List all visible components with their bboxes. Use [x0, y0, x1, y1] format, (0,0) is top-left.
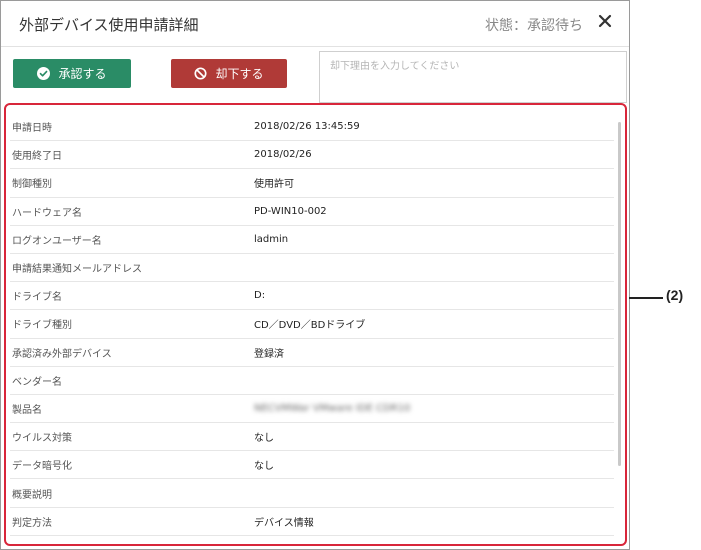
approve-button[interactable]: 承認する [13, 59, 131, 88]
detail-label: 制御種別 [12, 179, 52, 191]
detail-row: 概要説明 [10, 479, 614, 508]
detail-row: ベンダー名 [10, 367, 614, 395]
detail-row: ドライブ名 D: [10, 282, 614, 311]
detail-row: 制御種別 使用許可 [10, 169, 614, 198]
detail-label: ドライブ名 [12, 292, 62, 304]
detail-value: なし [254, 433, 274, 445]
ban-icon [194, 67, 208, 80]
status-text: 状態：承認待ち [485, 18, 583, 34]
check-circle-icon [37, 67, 51, 80]
detail-value: D: [254, 290, 266, 302]
detail-value: PD-WIN10-002 [254, 205, 327, 217]
detail-row: 申請日時 2018/02/26 13:45:59 [10, 113, 614, 142]
detail-value: 使用許可 [254, 179, 294, 191]
dialog-header: 外部デバイス使用申請詳細 状態：承認待ち [1, 1, 629, 47]
detail-row: ハードウェア名 PD-WIN10-002 [10, 198, 614, 226]
detail-value: 2018/02/26 [254, 149, 312, 161]
detail-value: 2018/02/26 13:45:59 [254, 121, 360, 133]
detail-row: 判定方法 デバイス情報 [10, 508, 614, 536]
detail-row: ログオンユーザー名 ladmin [10, 226, 614, 254]
detail-row: 申請結果通知メールアドレス [10, 254, 614, 283]
detail-value: CD／DVD／BDドライブ [254, 320, 366, 332]
detail-label: ドライブ種別 [12, 320, 72, 332]
details-scrollbar[interactable] [618, 122, 621, 466]
detail-row: ウイルス対策 なし [10, 423, 614, 452]
close-icon[interactable] [597, 13, 613, 29]
callout-leader-line [629, 297, 663, 299]
detail-value: なし [254, 461, 274, 473]
detail-row: データ暗号化 なし [10, 451, 614, 480]
detail-label: 製品名 [12, 404, 42, 416]
detail-label: ログオンユーザー名 [12, 235, 102, 247]
reject-reason-input[interactable] [319, 51, 627, 103]
detail-row: ドライブ種別 CD／DVD／BDドライブ [10, 310, 614, 339]
detail-row: 製品名 NECVMWar VMware IDE CDR10 [10, 395, 614, 424]
detail-label: ウイルス対策 [12, 433, 72, 445]
detail-label: データ暗号化 [12, 461, 72, 473]
detail-label: 概要説明 [12, 489, 52, 501]
reject-button-label: 却下する [215, 67, 264, 81]
detail-value: デバイス情報 [254, 517, 314, 529]
detail-label: 申請結果通知メールアドレス [12, 264, 142, 276]
detail-row: 使用終了日 2018/02/26 [10, 141, 614, 170]
callout-label: (2) [666, 287, 684, 303]
detail-label: ベンダー名 [12, 376, 62, 388]
detail-value: 登録済 [254, 348, 284, 360]
detail-label: 承認済み外部デバイス [12, 348, 112, 360]
detail-row: 承認済み外部デバイス 登録済 [10, 339, 614, 367]
detail-label: ハードウェア名 [12, 207, 82, 219]
detail-value: NECVMWar VMware IDE CDR10 [254, 402, 411, 414]
detail-label: 申請日時 [12, 123, 52, 135]
approve-button-label: 承認する [58, 67, 107, 81]
reject-button[interactable]: 却下する [171, 59, 287, 88]
dialog-title: 外部デバイス使用申請詳細 [19, 16, 199, 34]
detail-label: 判定方法 [12, 517, 52, 529]
detail-label: 使用終了日 [12, 151, 62, 163]
detail-value: ladmin [254, 233, 289, 245]
details-table: 申請日時 2018/02/26 13:45:59 使用終了日 2018/02/26 制御… [10, 113, 614, 543]
